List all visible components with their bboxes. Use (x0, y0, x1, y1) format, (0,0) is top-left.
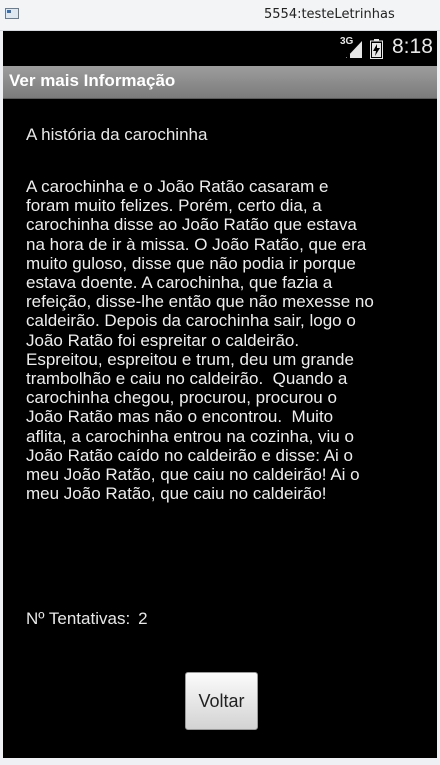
status-clock: 8:18 (392, 35, 433, 58)
story-line: A carochinha e o João Ratão casaram e (26, 177, 329, 196)
window-titlebar: 5554:testeLetrinhas (0, 0, 440, 31)
attempts-label: Nº Tentativas: (26, 609, 131, 628)
story-line: meu João Ratão, que caiu no caldeirão! (26, 484, 327, 504)
story-line: foram muito felizes. Porém, certo dia, a (26, 196, 322, 216)
back-button[interactable]: Voltar (185, 672, 258, 730)
story-text: A carochinha e o João Ratão casaram e for… (26, 177, 418, 503)
story-heading: A história da carochinha (26, 125, 208, 144)
story-line: estava doente. A carochinha, que fazia a (26, 273, 333, 293)
attempts-row: Nº Tentativas: 2 (26, 609, 148, 629)
battery-icon (370, 39, 383, 59)
story-line: carochinha disse ao João Ratão que estav… (26, 215, 357, 235)
story-line: João Ratão caído no caldeirão e disse: A… (26, 445, 353, 465)
story-line: meu João Ratão, que caiu no caldeirão! A… (26, 465, 360, 485)
story-line: muito guloso, disse que não podia ir por… (26, 253, 356, 273)
story-line: trambolhão e caiu no caldeirão. Quando a (26, 369, 348, 389)
story-line: carochinha chegou, procurou, procurou o (26, 388, 337, 408)
app-title: Ver mais Informação (9, 71, 176, 90)
story-line: João Ratão mas não o encontrou. Muito (26, 407, 334, 427)
window-app-icon (5, 8, 19, 19)
status-bar: 3G 8:18 (3, 31, 437, 65)
window-title: 5554:testeLetrinhas (264, 7, 395, 22)
story-line: João Ratão foi espreitar o caldeirão. (26, 330, 300, 350)
story-line: refeição, disse-lhe então que não mexess… (26, 292, 374, 312)
story-line: Espreitou, espreitou e trum, deu um gran… (26, 349, 354, 369)
emulator-window: 5554:testeLetrinhas 3G 8:18 Ver mais Inf… (0, 0, 440, 765)
attempts-value: 2 (138, 609, 148, 628)
device-screen: 3G 8:18 Ver mais Informação A história d… (3, 31, 437, 758)
story-line: na hora de ir à missa. O João Ratão, que… (26, 234, 367, 254)
window-bottom-border (0, 758, 440, 765)
story-line: caldeirão. Depois da carochinha sair, lo… (26, 311, 356, 331)
story-line: aflita, a carochinha entrou na cozinha, … (26, 426, 354, 446)
signal-icon (346, 41, 362, 58)
app-title-bar: Ver mais Informação (3, 66, 437, 99)
